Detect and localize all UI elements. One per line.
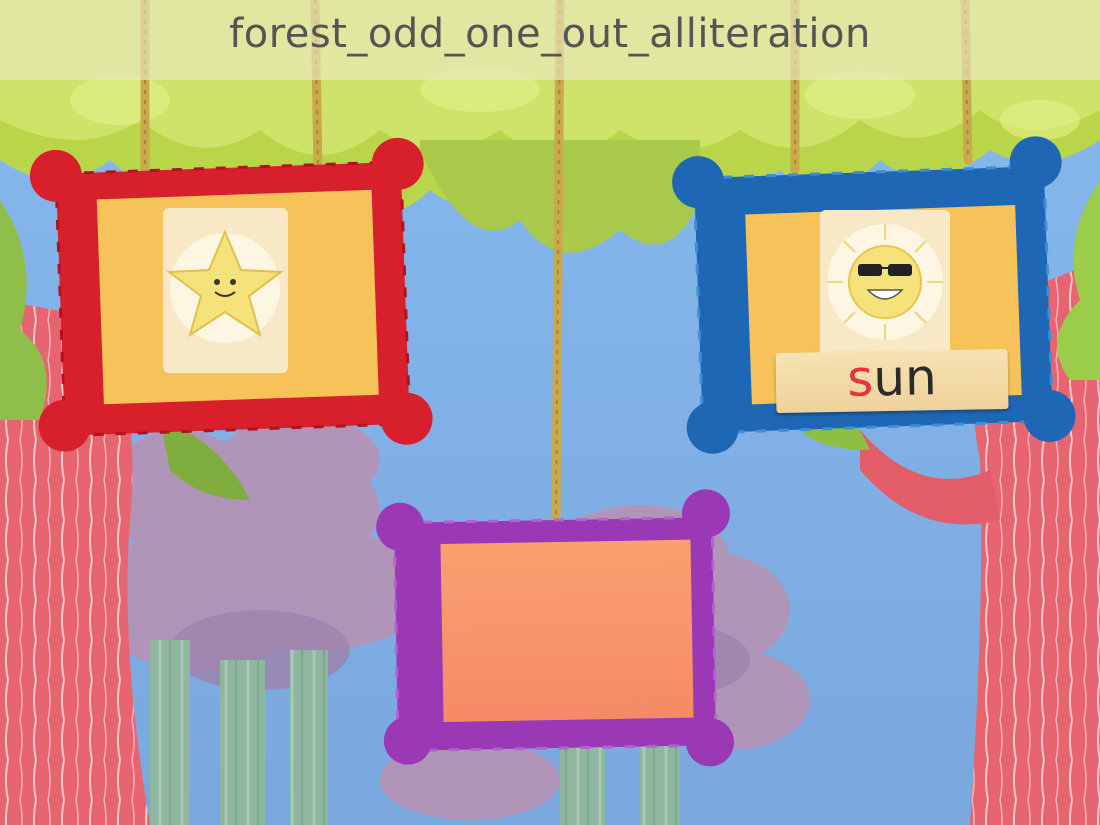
title-bar: forest_odd_one_out_alliteration — [0, 0, 1100, 80]
purple-frame-border — [376, 489, 734, 767]
star-icon — [166, 229, 284, 343]
star-picture-card[interactable] — [163, 208, 288, 373]
word-label-card: s un — [775, 348, 1009, 414]
word-first-letter: s — [846, 349, 874, 408]
empty-answer-slot — [440, 539, 694, 723]
page-title: forest_odd_one_out_alliteration — [229, 11, 871, 57]
right-picture-frame[interactable]: s un — [672, 136, 1076, 454]
bottom-picture-frame[interactable] — [376, 489, 738, 770]
left-picture-frame[interactable] — [29, 137, 433, 452]
game-scene: s un forest_odd_one_out_alliteration — [0, 0, 1100, 825]
word-rest-letters: un — [872, 348, 938, 408]
